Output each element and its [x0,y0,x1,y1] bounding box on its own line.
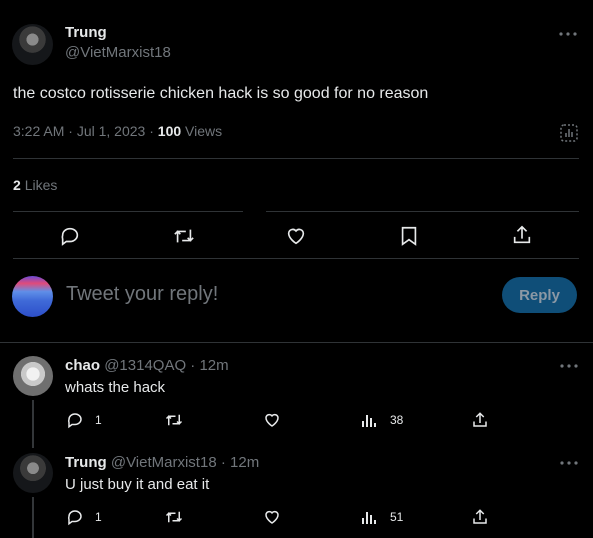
share-icon[interactable] [470,410,490,430]
retweet-icon[interactable] [163,410,185,430]
reply-text: whats the hack [65,379,166,396]
meta-separator: · [149,123,154,139]
reply-author-handle[interactable]: @VietMarxist18 [111,454,217,471]
views-label: Views [185,123,223,139]
divider [0,342,593,343]
analytics-icon[interactable] [558,122,580,144]
views-icon[interactable] [360,410,378,430]
thread-line [32,497,34,538]
likes-count: 2 [13,177,21,193]
reply-input[interactable]: Tweet your reply! [66,283,486,306]
likes-label: Likes [24,177,58,193]
my-avatar [12,276,53,317]
reply-button[interactable]: Reply [502,277,577,313]
comment-icon[interactable] [65,507,85,527]
views-icon[interactable] [360,507,378,527]
share-icon[interactable] [509,223,535,247]
reply-author-name[interactable]: chao [65,357,100,374]
tweet-text: the costco rotisserie chicken hack is so… [13,85,429,102]
comment-icon[interactable] [57,224,83,248]
reply-age[interactable]: 12m [230,454,259,471]
more-icon[interactable] [557,359,581,373]
meta-separator: · [220,454,226,471]
tweet-time[interactable]: 3:22 AM [13,123,64,139]
reply-avatar[interactable] [13,453,53,493]
reply-count: 1 [95,413,102,427]
divider [13,158,579,159]
like-icon[interactable] [283,224,309,248]
tweet-meta: 3:22 AM · Jul 1, 2023 · 100 Views [13,123,222,139]
bookmark-icon[interactable] [397,224,421,248]
retweet-icon[interactable] [163,507,185,527]
reply-actions: 1 51 [65,507,585,529]
tweet-date[interactable]: Jul 1, 2023 [77,123,146,139]
reply-text: U just buy it and eat it [65,476,210,493]
divider [13,258,579,259]
views-count: 100 [157,123,182,139]
reply-age[interactable]: 12m [199,357,228,374]
reply-author-name[interactable]: Trung [65,454,107,471]
retweet-icon[interactable] [170,224,198,248]
likes-stat[interactable]: 2 Likes [13,177,57,193]
reply-count: 1 [95,510,102,524]
comment-icon[interactable] [65,410,85,430]
divider [266,211,579,212]
author-avatar[interactable] [12,24,53,65]
like-icon[interactable] [262,410,282,430]
author-name[interactable]: Trung [65,24,107,41]
reply-author-handle[interactable]: @1314QAQ [104,357,186,374]
like-icon[interactable] [262,507,282,527]
reply-avatar[interactable] [13,356,53,396]
reply-header: Trung @VietMarxist18 · 12m [65,454,259,471]
share-icon[interactable] [470,507,490,527]
views-count: 38 [390,413,404,427]
thread-line [32,400,34,448]
more-icon[interactable] [556,26,580,42]
more-icon[interactable] [557,456,581,470]
author-handle[interactable]: @VietMarxist18 [65,44,171,61]
meta-separator: · [190,357,196,374]
reply-header: chao @1314QAQ · 12m [65,357,229,374]
meta-separator: · [68,123,73,139]
views-count: 51 [390,510,404,524]
reply-actions: 1 38 [65,410,585,432]
divider [13,211,243,212]
